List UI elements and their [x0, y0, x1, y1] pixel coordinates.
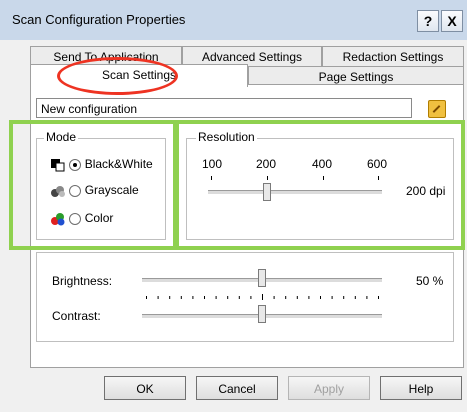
slider-tick-dot [204, 296, 205, 299]
grayscale-scan-icon [51, 185, 65, 197]
tab-scan-settings[interactable]: Scan Settings [30, 64, 248, 87]
slider-tick-dot [366, 296, 368, 299]
slider-tick-dot [343, 296, 345, 299]
resolution-slider-thumb[interactable] [263, 183, 271, 201]
slider-tick-dot [273, 296, 275, 299]
slider-tick-dot [227, 296, 229, 299]
mode-option-color[interactable]: Color [50, 211, 113, 229]
cancel-button[interactable]: Cancel [196, 376, 278, 400]
slider-tick-dot [296, 296, 298, 299]
slider-tick-dot [238, 296, 240, 299]
grayscale-radio[interactable] [69, 184, 82, 197]
resolution-tick-mark [211, 176, 212, 180]
slider-tick-dot [320, 296, 321, 299]
configuration-name-field[interactable]: New configuration [36, 98, 412, 118]
slider-tick-dot [285, 296, 287, 299]
brightness-value: 50 % [416, 274, 444, 288]
window-title: Scan Configuration Properties [12, 12, 186, 27]
edit-pencil-icon[interactable] [428, 100, 446, 118]
bw-label: Black&White [84, 157, 153, 171]
resolution-tick-mark [267, 176, 268, 180]
slider-tick-dot [250, 296, 252, 299]
mode-legend: Mode [44, 130, 79, 144]
color-scan-icon [51, 212, 65, 226]
resolution-tick-200: 200 [256, 157, 277, 171]
grayscale-label: Grayscale [84, 183, 139, 197]
color-label: Color [84, 211, 114, 225]
title-bar[interactable]: Scan Configuration Properties ? X [0, 0, 467, 41]
bw-radio[interactable] [69, 158, 82, 171]
ok-button[interactable]: OK [104, 376, 186, 400]
slider-tick-dot [308, 296, 310, 299]
slider-tick-dot [157, 296, 159, 299]
slider-tick-dot [378, 296, 379, 299]
brightness-label: Brightness: [52, 274, 113, 288]
slider-tick-dot [146, 296, 147, 299]
resolution-tick-mark [378, 176, 379, 180]
help-title-button[interactable]: ? [417, 10, 439, 32]
slider-tick-dot [354, 296, 356, 299]
brightness-slider-thumb[interactable] [258, 269, 266, 287]
resolution-tick-100: 100 [202, 157, 223, 171]
resolution-tick-400: 400 [312, 157, 333, 171]
resolution-slider-track[interactable] [208, 190, 382, 195]
resolution-legend: Resolution [196, 130, 257, 144]
mode-option-bw[interactable]: Black&White [50, 157, 153, 175]
slider-tick-dot [262, 294, 263, 300]
brightness-contrast-ticks [146, 294, 379, 300]
slider-tick-dot [215, 296, 217, 299]
bw-scan-icon [51, 158, 65, 172]
slider-tick-dot [169, 296, 171, 299]
dialog-window: Scan Configuration Properties ? X Send T… [0, 0, 467, 412]
tab-redaction-settings[interactable]: Redaction Settings [322, 46, 464, 67]
help-button[interactable]: Help [380, 376, 462, 400]
slider-tick-dot [331, 296, 333, 299]
mode-option-grayscale[interactable]: Grayscale [50, 183, 139, 201]
resolution-tick-mark [323, 176, 324, 180]
color-radio[interactable] [69, 212, 82, 225]
slider-tick-dot [180, 296, 182, 299]
apply-button[interactable]: Apply [288, 376, 370, 400]
contrast-label: Contrast: [52, 309, 101, 323]
resolution-value: 200 dpi [406, 184, 446, 198]
slider-tick-dot [192, 296, 194, 299]
close-title-button[interactable]: X [441, 10, 463, 32]
resolution-tick-600: 600 [367, 157, 388, 171]
contrast-slider-thumb[interactable] [258, 305, 266, 323]
